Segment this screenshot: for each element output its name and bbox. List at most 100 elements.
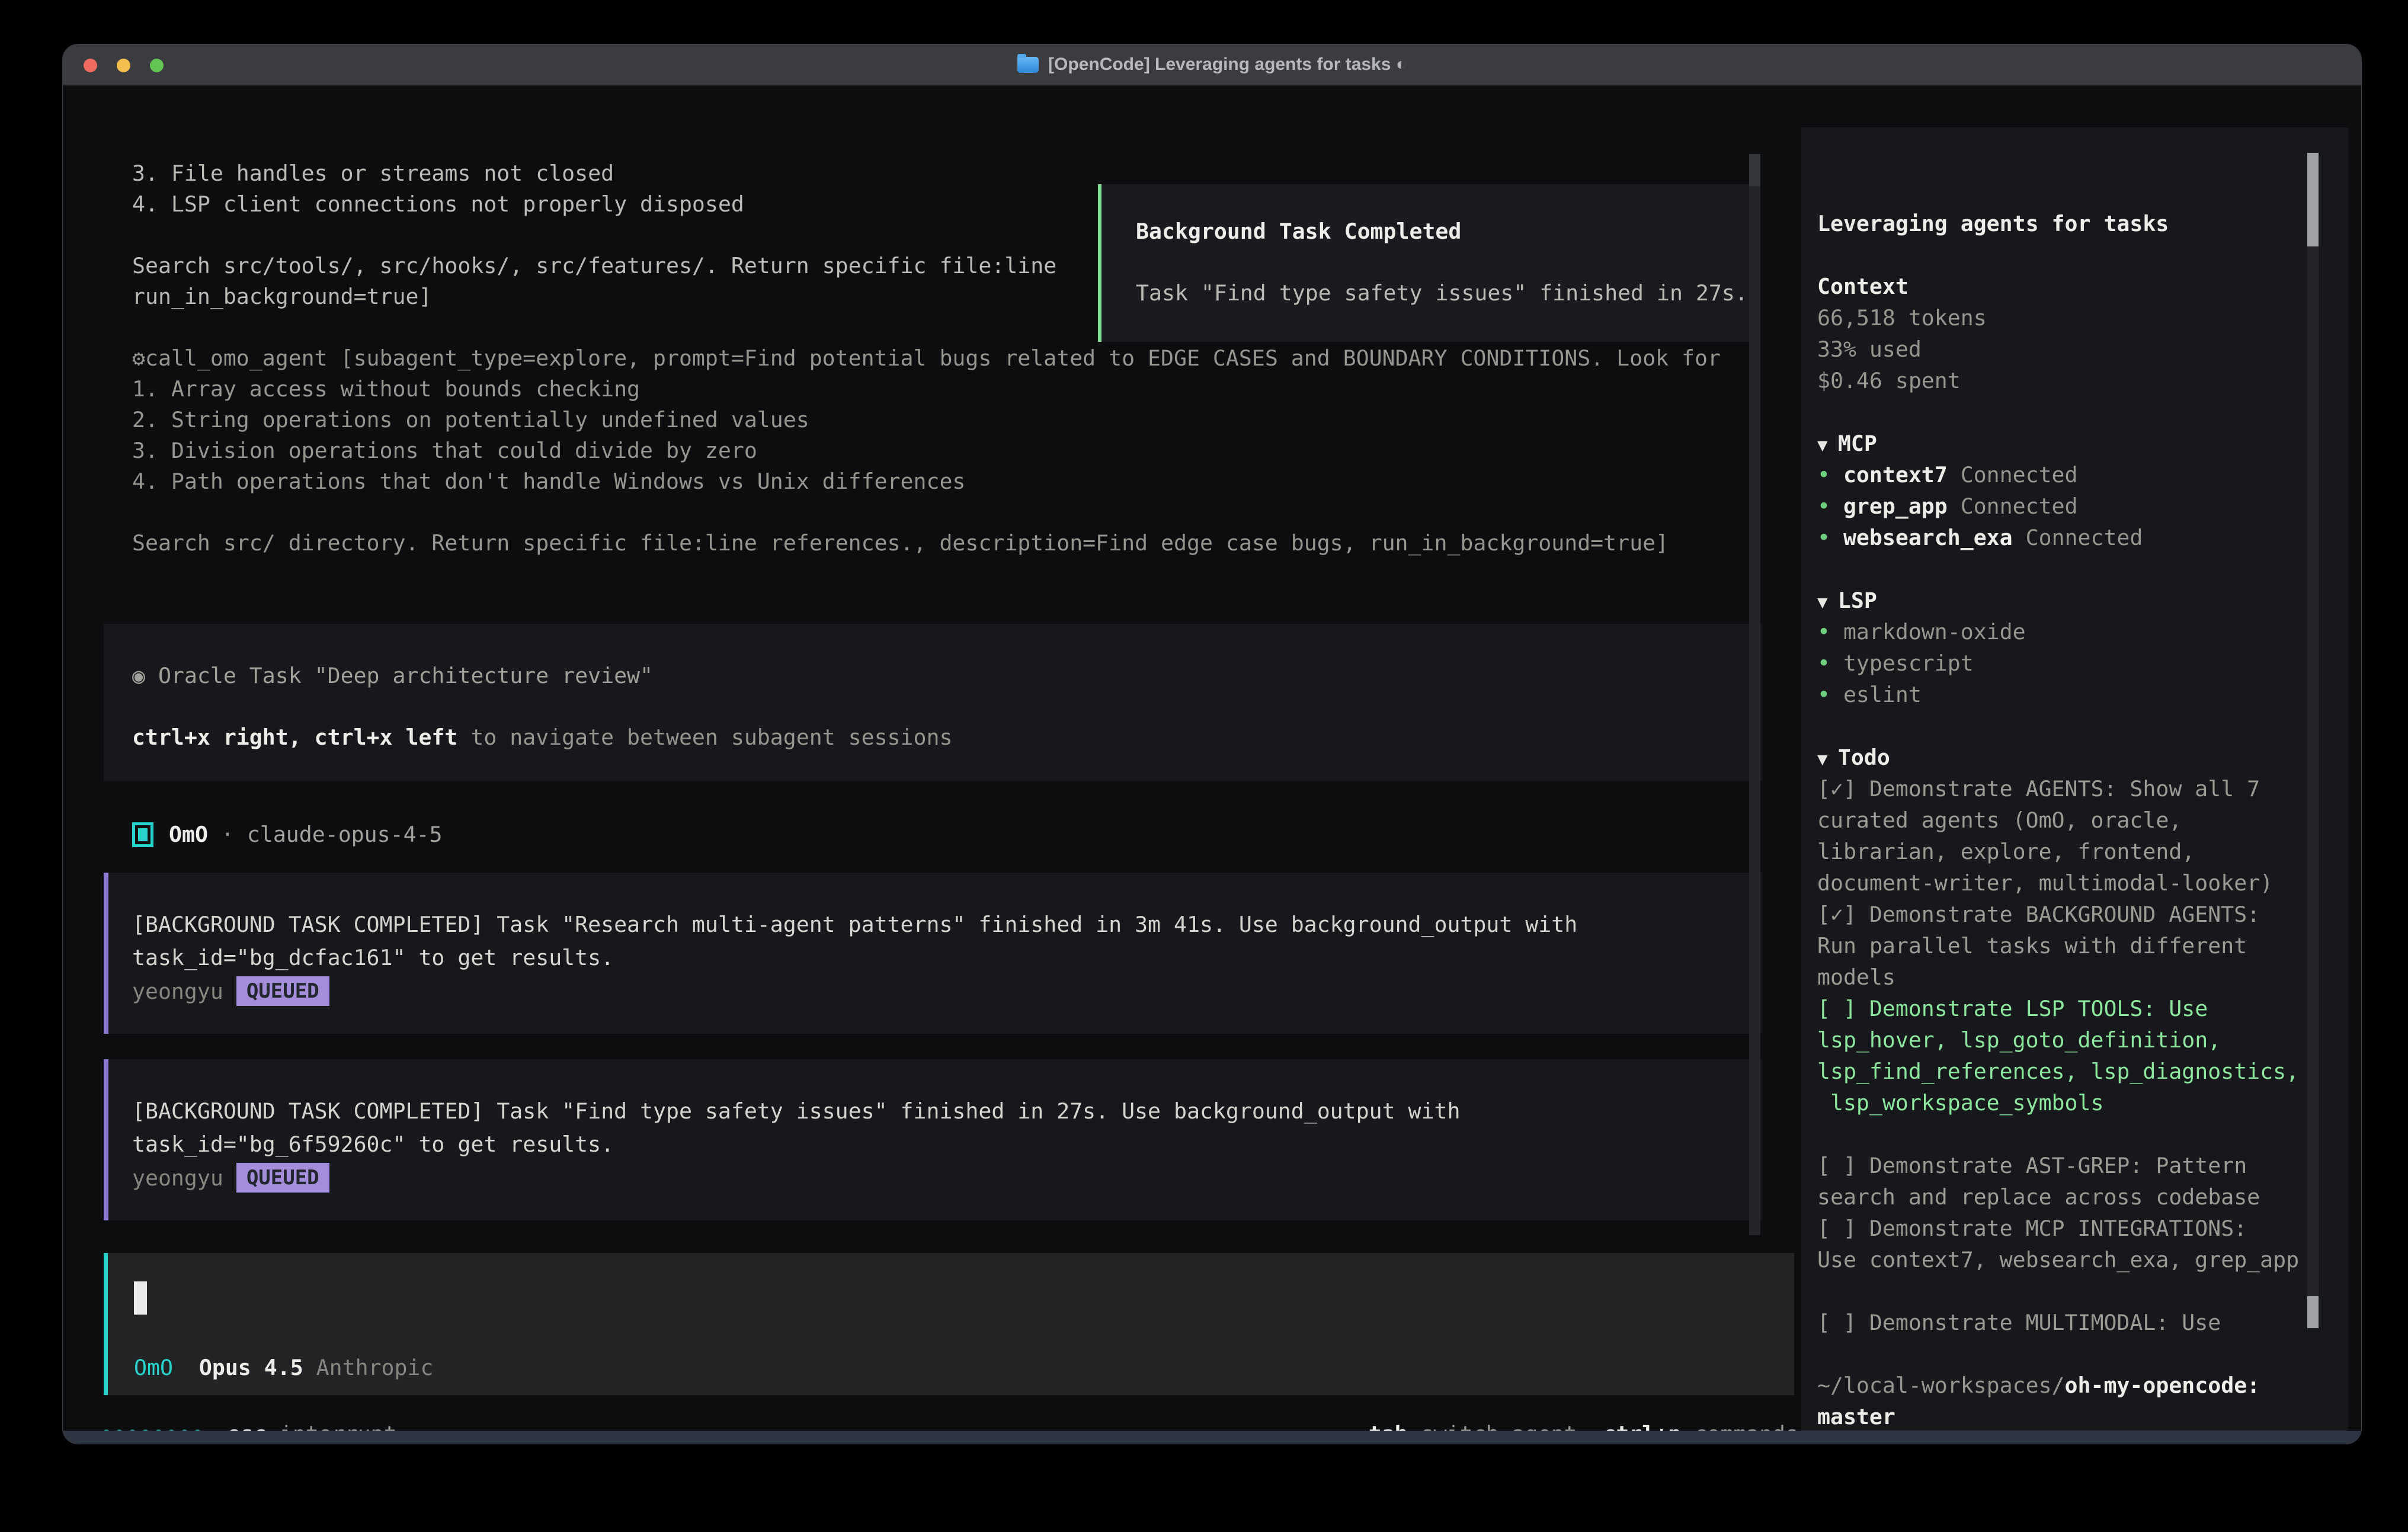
terminal-line: 1. Array access without bounds checking (132, 374, 1760, 405)
bullet-icon: • (1817, 493, 1843, 519)
agent-session-header: OmO · claude-opus-4-5 (132, 819, 443, 850)
lsp-item-name: markdown-oxide (1843, 619, 2026, 645)
message-author: yeongyu (132, 1165, 223, 1191)
workspace-path: ~/local-workspaces/oh-my-opencode: (1817, 1370, 2348, 1401)
bullet-icon: • (1817, 462, 1843, 488)
input-agent-name: OmO (134, 1352, 173, 1383)
terminal-blank-line (132, 497, 1760, 528)
lsp-section-heading[interactable]: ▼ LSP (1817, 585, 2348, 616)
folder-icon (1017, 57, 1039, 73)
lsp-heading-label: LSP (1838, 588, 1877, 613)
toast-title: Background Task Completed (1136, 216, 1751, 247)
zoom-button[interactable] (150, 59, 164, 72)
workspace-branch: master (1817, 1401, 2348, 1432)
fisheye-icon: ◉ (132, 663, 158, 688)
status-badge: QUEUED (236, 1163, 329, 1193)
agent-icon (132, 822, 153, 847)
context-heading: Context (1817, 271, 2348, 302)
todo-line-active: lsp_workspace_symbols (1817, 1087, 2348, 1118)
hint-text: to navigate between subagent sessions (457, 725, 952, 750)
terminal-interior: 3. File handles or streams not closed 4.… (63, 86, 2361, 1431)
main-scrollbar[interactable] (1749, 154, 1760, 1235)
message-line: [BACKGROUND TASK COMPLETED] Task "Resear… (132, 908, 1762, 941)
lsp-item: • markdown-oxide (1817, 616, 2348, 648)
terminal-window: [OpenCode] Leveraging agents for tasks ◐… (63, 44, 2361, 1444)
gear-icon: ⚙ (132, 345, 145, 371)
bullet-icon: • (1817, 619, 1843, 645)
mcp-heading-label: MCP (1838, 431, 1877, 456)
message-footer: yeongyu QUEUED (132, 1161, 1762, 1194)
close-button[interactable] (84, 59, 97, 72)
prompt-input[interactable]: OmO Opus 4.5 Anthropic (104, 1253, 1794, 1395)
message-line: [BACKGROUND TASK COMPLETED] Task "Find t… (132, 1095, 1762, 1128)
todo-line: [ ] Demonstrate MCP INTEGRATIONS: (1817, 1213, 2348, 1244)
todo-line-active: [ ] Demonstrate LSP TOOLS: Use (1817, 993, 2348, 1024)
chevron-down-icon: ▼ (1817, 435, 1838, 455)
mcp-section-heading[interactable]: ▼ MCP (1817, 428, 2348, 459)
context-tokens: 66,518 tokens (1817, 302, 2348, 334)
sidebar-blank (1817, 396, 2348, 428)
terminal-line: 4. Path operations that don't handle Win… (132, 466, 1760, 497)
agent-name: OmO (169, 822, 208, 847)
bullet-icon: • (1817, 650, 1843, 676)
background-task-toast: Background Task Completed Task "Find typ… (1098, 184, 1755, 342)
todo-line: [ ] Demonstrate MULTIMODAL: Use (1817, 1307, 2348, 1338)
sidebar-blank (1817, 1118, 2348, 1150)
terminal-line: 2. String operations on potentially unde… (132, 405, 1760, 435)
tool-call-line: ⚙call_omo_agent [subagent_type=explore, … (132, 343, 1760, 374)
context-spent: $0.46 spent (1817, 365, 2348, 396)
todo-line: Use context7, websearch_exa, grep_app (1817, 1244, 2348, 1275)
todo-line: librarian, explore, frontend, (1817, 836, 2348, 867)
todo-section-heading[interactable]: ▼ Todo (1817, 742, 2348, 773)
chevron-down-icon: ▼ (1817, 749, 1838, 769)
todo-line: [✓] Demonstrate AGENTS: Show all 7 (1817, 773, 2348, 805)
window-title: [OpenCode] Leveraging agents for tasks ◐ (1048, 55, 1407, 75)
message-block: [BACKGROUND TASK COMPLETED] Task "Resear… (104, 873, 1762, 1034)
sidebar-scrollbar-cap[interactable] (2307, 1296, 2319, 1328)
text-cursor (134, 1281, 147, 1315)
status-badge: QUEUED (236, 976, 329, 1006)
todo-line-active: lsp_hover, lsp_goto_definition, (1817, 1024, 2348, 1056)
input-model-name: Opus 4.5 (173, 1352, 316, 1383)
sidebar-blank (1817, 1275, 2348, 1307)
mcp-item-status: Connected (1961, 493, 2078, 519)
message-line: task_id="bg_dcfac161" to get results. (132, 941, 1762, 975)
main-scrollbar-thumb[interactable] (1749, 154, 1760, 186)
todo-line: [ ] Demonstrate AST-GREP: Pattern (1817, 1150, 2348, 1181)
mcp-item-status: Connected (1961, 462, 2078, 488)
input-provider-name: Anthropic (316, 1352, 434, 1383)
window-titlebar[interactable]: [OpenCode] Leveraging agents for tasks ◐ (63, 44, 2361, 86)
bullet-icon: • (1817, 525, 1843, 550)
oracle-task-title-line: ◉ Oracle Task "Deep architecture review" (132, 661, 1762, 691)
lsp-item: • eslint (1817, 679, 2348, 710)
window-bottom-bar (63, 1431, 2361, 1444)
oracle-task-title: Oracle Task "Deep architecture review" (158, 663, 653, 688)
todo-line: search and replace across codebase (1817, 1181, 2348, 1213)
mcp-item-name: context7 (1843, 462, 1961, 488)
minimize-button[interactable] (117, 59, 130, 72)
lsp-item: • typescript (1817, 648, 2348, 679)
context-used: 33% used (1817, 334, 2348, 365)
mcp-item-status: Connected (2026, 525, 2143, 550)
mcp-item: • context7 Connected (1817, 459, 2348, 491)
sidebar-scrollbar-track[interactable] (2307, 153, 2319, 1328)
sidebar-scrollbar-thumb[interactable] (2307, 153, 2319, 246)
message-line: task_id="bg_6f59260c" to get results. (132, 1128, 1762, 1161)
mcp-item-name: grep_app (1843, 493, 1961, 519)
oracle-hint-line: ctrl+x right, ctrl+x left to navigate be… (132, 722, 1762, 753)
sidebar-blank (1817, 710, 2348, 742)
lsp-item-name: eslint (1843, 682, 1922, 707)
mcp-item: • websearch_exa Connected (1817, 522, 2348, 553)
hint-keys: ctrl+x right, ctrl+x left (132, 725, 457, 750)
bullet-icon: • (1817, 682, 1843, 707)
todo-heading-label: Todo (1838, 745, 1890, 770)
model-selector[interactable]: OmO Opus 4.5 Anthropic (134, 1352, 433, 1383)
todo-line: models (1817, 961, 2348, 993)
todo-line: Run parallel tasks with different (1817, 930, 2348, 961)
sidebar-blank (1817, 1338, 2348, 1370)
chevron-down-icon: ▼ (1817, 592, 1838, 612)
terminal-line: Search src/ directory. Return specific f… (132, 528, 1760, 559)
mcp-item-name: websearch_exa (1843, 525, 2026, 550)
sidebar-scrollbar[interactable] (2307, 153, 2319, 1328)
tool-name: call_omo_agent (145, 345, 341, 371)
